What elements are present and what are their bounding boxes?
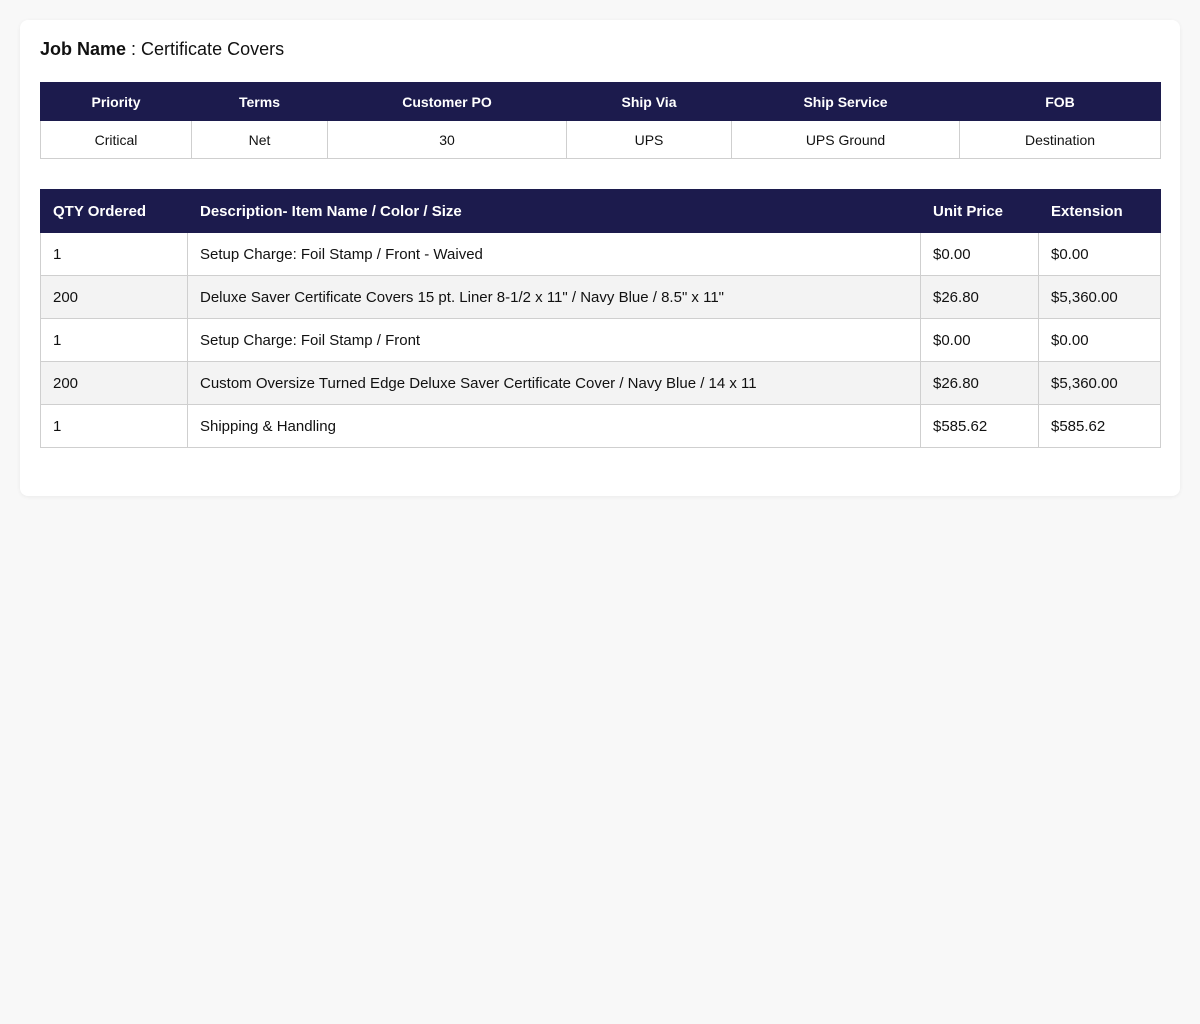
unit-price-cell: $0.00: [920, 232, 1039, 276]
qty-cell: 1: [40, 318, 188, 362]
header-extension: Extension: [1038, 189, 1161, 233]
order-detail-card: Job Name : Certificate Covers Priority T…: [20, 20, 1180, 496]
description-cell: Shipping & Handling: [187, 404, 921, 448]
order-meta-value-row: Critical Net 30 UPS UPS Ground Destinati…: [40, 120, 1161, 159]
extension-cell: $5,360.00: [1038, 275, 1161, 319]
priority-value: Critical: [40, 120, 192, 159]
line-items-header-row: QTY Ordered Description- Item Name / Col…: [40, 189, 1161, 233]
order-meta-table: Priority Terms Customer PO Ship Via Ship…: [40, 82, 1161, 159]
line-items-table: QTY Ordered Description- Item Name / Col…: [40, 189, 1161, 448]
header-customer-po: Customer PO: [327, 82, 567, 121]
ship-via-value: UPS: [566, 120, 732, 159]
description-cell: Deluxe Saver Certificate Covers 15 pt. L…: [187, 275, 921, 319]
qty-cell: 200: [40, 361, 188, 405]
extension-cell: $0.00: [1038, 318, 1161, 362]
header-qty-ordered: QTY Ordered: [40, 189, 188, 233]
header-ship-via: Ship Via: [566, 82, 732, 121]
unit-price-cell: $585.62: [920, 404, 1039, 448]
table-row: 200 Custom Oversize Turned Edge Deluxe S…: [40, 361, 1161, 405]
table-row: 1 Setup Charge: Foil Stamp / Front $0.00…: [40, 318, 1161, 362]
header-description: Description- Item Name / Color / Size: [187, 189, 921, 233]
header-ship-service: Ship Service: [731, 82, 960, 121]
header-terms: Terms: [191, 82, 328, 121]
terms-value: Net: [191, 120, 328, 159]
job-name-line: Job Name : Certificate Covers: [40, 40, 1160, 58]
job-name-label: Job Name: [40, 39, 127, 59]
fob-value: Destination: [959, 120, 1161, 159]
qty-cell: 200: [40, 275, 188, 319]
extension-cell: $585.62: [1038, 404, 1161, 448]
header-unit-price: Unit Price: [920, 189, 1039, 233]
order-meta-header-row: Priority Terms Customer PO Ship Via Ship…: [40, 82, 1161, 121]
unit-price-cell: $0.00: [920, 318, 1039, 362]
description-cell: Setup Charge: Foil Stamp / Front: [187, 318, 921, 362]
unit-price-cell: $26.80: [920, 275, 1039, 319]
qty-cell: 1: [40, 232, 188, 276]
unit-price-cell: $26.80: [920, 361, 1039, 405]
table-row: 1 Setup Charge: Foil Stamp / Front - Wai…: [40, 232, 1161, 276]
qty-cell: 1: [40, 404, 188, 448]
table-row: 1 Shipping & Handling $585.62 $585.62: [40, 404, 1161, 448]
job-name-value: Certificate Covers: [141, 39, 285, 59]
job-name-separator: :: [126, 39, 142, 59]
table-row: 200 Deluxe Saver Certificate Covers 15 p…: [40, 275, 1161, 319]
description-cell: Setup Charge: Foil Stamp / Front - Waive…: [187, 232, 921, 276]
extension-cell: $5,360.00: [1038, 361, 1161, 405]
header-priority: Priority: [40, 82, 192, 121]
header-fob: FOB: [959, 82, 1161, 121]
description-cell: Custom Oversize Turned Edge Deluxe Saver…: [187, 361, 921, 405]
extension-cell: $0.00: [1038, 232, 1161, 276]
customer-po-value: 30: [327, 120, 567, 159]
ship-service-value: UPS Ground: [731, 120, 960, 159]
